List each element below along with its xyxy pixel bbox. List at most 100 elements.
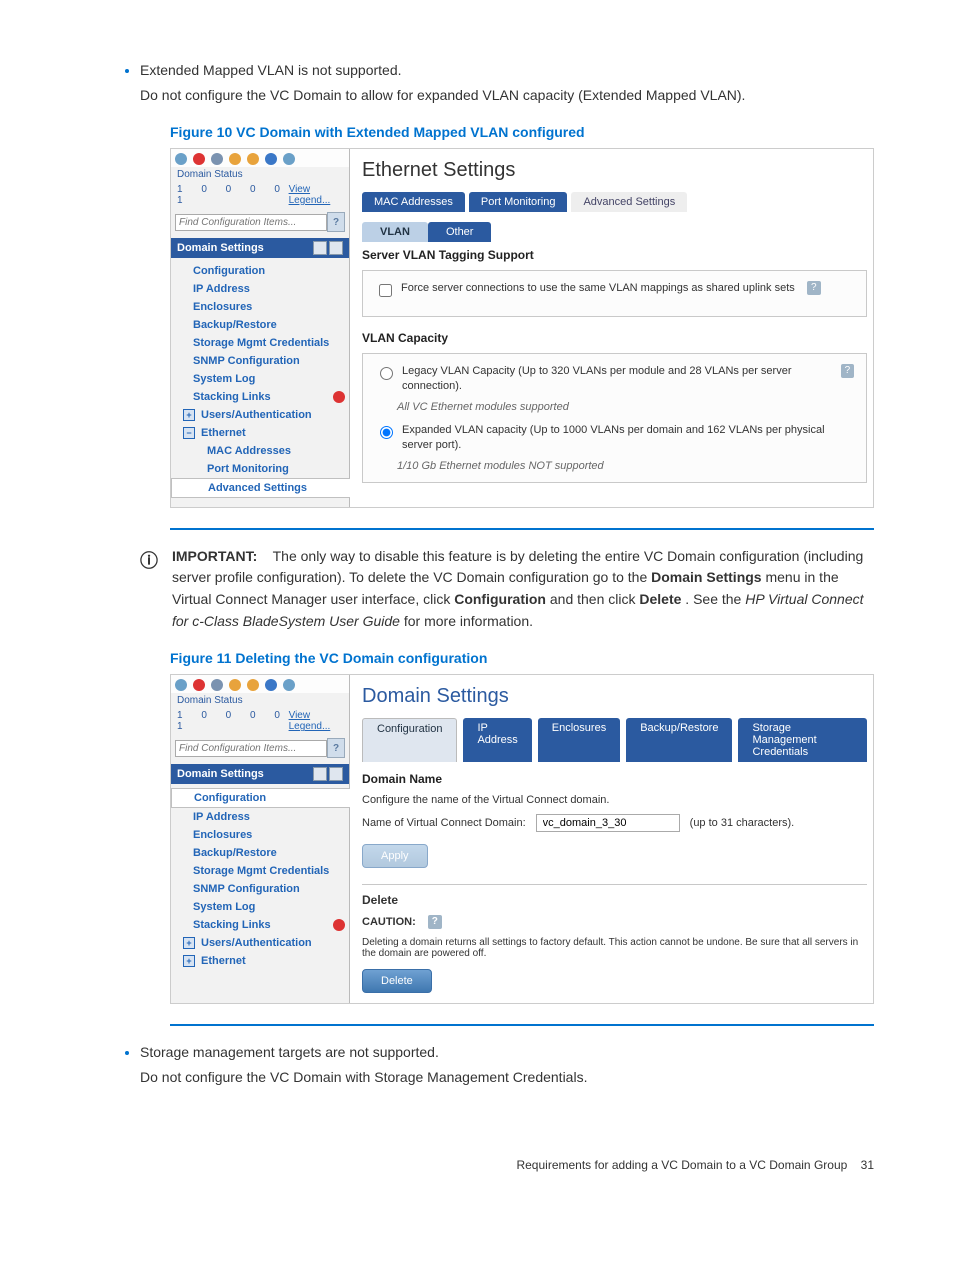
sidebar-item-storage[interactable]: Storage Mgmt Credentials [171,862,349,880]
help-icon[interactable]: ? [807,281,821,295]
apply-button[interactable]: Apply [362,844,428,868]
sidebar-item-syslog[interactable]: System Log [171,898,349,916]
collapse-icons[interactable] [313,241,343,255]
sidebar-item-syslog[interactable]: System Log [171,370,349,388]
expand-icon[interactable]: + [183,409,195,421]
domain-name-label: Name of Virtual Connect Domain: [362,817,526,829]
status-icon [247,679,259,691]
force-row[interactable]: Force server connections to use the same… [375,281,854,300]
status-nums-row: 1 0 0 0 0 1 View Legend... [171,710,349,736]
sidebar-item-storage[interactable]: Storage Mgmt Credentials [171,334,349,352]
sidebar-item-ip[interactable]: IP Address [171,808,349,826]
collapse-icons[interactable] [313,767,343,781]
bullet-1-subtext: Do not configure the VC Domain to allow … [140,85,874,106]
vlan-cap-title: VLAN Capacity [362,331,867,345]
sidebar-item-backup[interactable]: Backup/Restore [171,844,349,862]
legacy-label: Legacy VLAN Capacity (Up to 320 VLANs pe… [402,364,829,395]
alert-icon [333,919,345,931]
figure-10-caption: Figure 10 VC Domain with Extended Mapped… [170,124,874,140]
important-text: IMPORTANT: The only way to disable this … [172,546,874,633]
bold-domain-settings: Domain Settings [651,569,761,585]
tab-advanced[interactable]: Advanced Settings [571,192,687,212]
sidebar-item-configuration[interactable]: Configuration [171,262,349,280]
sidebar-item-mac[interactable]: MAC Addresses [171,442,349,460]
expanded-note: 1/10 Gb Ethernet modules NOT supported [397,460,854,472]
sidebar-item-ethernet[interactable]: − Ethernet [171,424,349,442]
collapse-icon[interactable]: − [183,427,195,439]
sidebar-item-ip[interactable]: IP Address [171,280,349,298]
page-title: Domain Settings [362,685,867,708]
expand-icon[interactable]: + [183,955,195,967]
bullet-list-2: Storage management targets are not suppo… [80,1042,874,1088]
tab-ip[interactable]: IP Address [463,718,531,762]
sidebar-item-ethernet[interactable]: + Ethernet [171,952,349,970]
figure-10-screenshot: Domain Status 1 0 0 0 0 1 View Legend...… [170,148,874,508]
sidebar-item-users[interactable]: + Users/Authentication [171,406,349,424]
sidebar-item-snmp[interactable]: SNMP Configuration [171,880,349,898]
section-divider [362,884,867,885]
domain-settings-header[interactable]: Domain Settings [171,238,349,258]
status-icon [211,153,223,165]
expand-icon[interactable]: + [183,937,195,949]
status-icon [211,679,223,691]
view-legend-link[interactable]: View Legend... [289,184,343,206]
force-checkbox[interactable] [379,284,392,297]
legacy-row[interactable]: Legacy VLAN Capacity (Up to 320 VLANs pe… [375,364,854,395]
status-icon [193,153,205,165]
help-icon[interactable]: ? [428,915,442,929]
delete-button[interactable]: Delete [362,969,432,993]
tab-backup[interactable]: Backup/Restore [626,718,732,762]
fig10-divider [170,528,874,530]
status-icon [247,153,259,165]
main-tabs: MAC Addresses Port Monitoring Advanced S… [362,192,867,212]
tab-port[interactable]: Port Monitoring [469,192,568,212]
domain-name-desc: Configure the name of the Virtual Connec… [362,794,867,806]
subtab-vlan[interactable]: VLAN [362,222,428,242]
sidebar-item-enclosures[interactable]: Enclosures [171,826,349,844]
status-icon [229,679,241,691]
domain-name-row: Name of Virtual Connect Domain: (up to 3… [362,814,867,832]
find-input[interactable] [175,214,327,231]
find-input[interactable] [175,740,327,757]
view-legend-link[interactable]: View Legend... [289,710,343,732]
find-help-icon[interactable]: ? [327,212,345,232]
sidebar-item-stacking[interactable]: Stacking Links [171,916,349,934]
subtab-other[interactable]: Other [428,222,492,242]
caution-row: CAUTION: ? [362,915,867,929]
help-icon[interactable]: ? [841,364,854,378]
ethernet-settings-panel: Ethernet Settings MAC Addresses Port Mon… [350,149,873,507]
tab-smc[interactable]: Storage Management Credentials [738,718,867,762]
domain-status-label: Domain Status [177,169,243,180]
domain-name-input[interactable] [536,814,680,832]
sidebar-item-stacking[interactable]: Stacking Links [171,388,349,406]
sidebar-item-users[interactable]: + Users/Authentication [171,934,349,952]
sidebar-item-adv[interactable]: Advanced Settings [171,478,350,498]
status-icon [265,153,277,165]
domain-tabs: Configuration IP Address Enclosures Back… [362,718,867,762]
tab-enclosures[interactable]: Enclosures [538,718,620,762]
important-note: ⓘ IMPORTANT: The only way to disable thi… [140,546,874,633]
important-body-3: and then click [550,591,640,607]
figure-11-caption: Figure 11 Deleting the VC Domain configu… [170,650,874,666]
bullet-2: Storage management targets are not suppo… [140,1042,874,1088]
sidebar-item-snmp[interactable]: SNMP Configuration [171,352,349,370]
find-row: ? [171,210,349,238]
legacy-radio[interactable] [380,367,393,380]
vc-sidebar: Domain Status 1 0 0 0 0 1 View Legend...… [171,149,350,507]
expanded-row[interactable]: Expanded VLAN capacity (Up to 1000 VLANs… [375,423,854,454]
sidebar-tree: Configuration IP Address Enclosures Back… [171,784,349,976]
tab-mac[interactable]: MAC Addresses [362,192,465,212]
sidebar-item-configuration[interactable]: Configuration [171,788,350,808]
domain-name-title: Domain Name [362,772,867,786]
sidebar-item-backup[interactable]: Backup/Restore [171,316,349,334]
sidebar-item-port[interactable]: Port Monitoring [171,460,349,478]
sidebar-item-enclosures[interactable]: Enclosures [171,298,349,316]
bullet-2-subtext: Do not configure the VC Domain with Stor… [140,1067,874,1088]
domain-settings-header[interactable]: Domain Settings [171,764,349,784]
bullet-list-1: Extended Mapped VLAN is not supported. D… [80,60,874,106]
svr-tagging-box: Force server connections to use the same… [362,270,867,317]
find-help-icon[interactable]: ? [327,738,345,758]
tab-configuration[interactable]: Configuration [362,718,457,762]
expanded-radio[interactable] [380,426,393,439]
bold-configuration: Configuration [454,591,546,607]
